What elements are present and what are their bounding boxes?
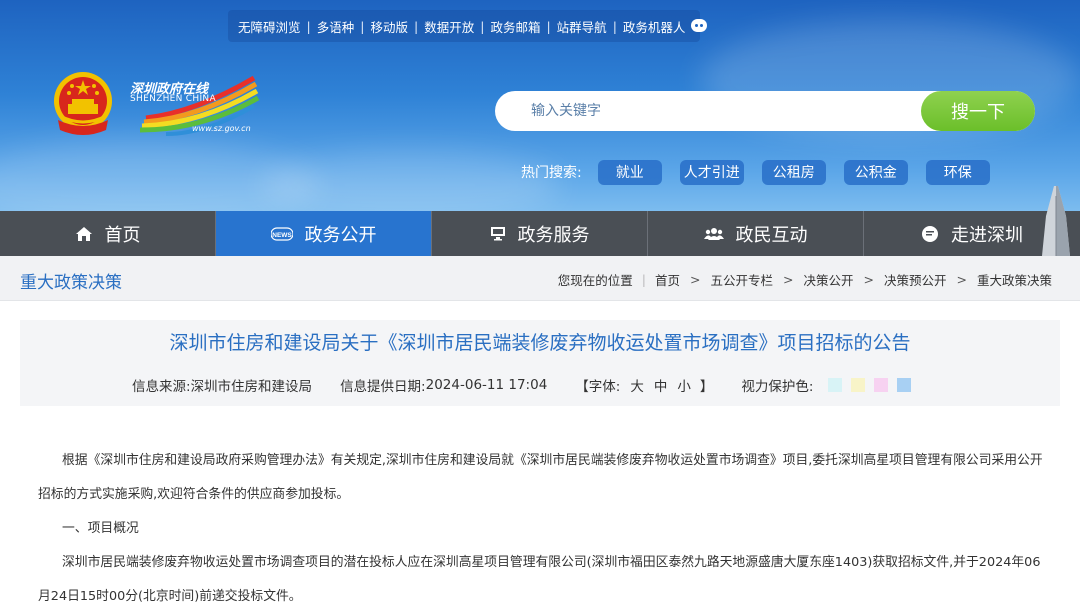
article-header: 深圳市住房和建设局关于《深圳市居民端装修废弃物收运处置市场调查》项目招标的公告 … bbox=[20, 320, 1060, 406]
font-size-small[interactable]: 小 bbox=[677, 375, 691, 395]
shenzhen-logo[interactable]: 深圳政府在线 SHENZHEN CHINA www.sz.gov.cn bbox=[126, 72, 261, 138]
font-size-close: 】 bbox=[699, 379, 714, 395]
paragraph: 一、项目概况 bbox=[62, 521, 139, 536]
open-data-link[interactable]: 数据开放 bbox=[424, 17, 474, 36]
nav-gov-affairs-open[interactable]: NEWS 政务公开 bbox=[216, 211, 432, 256]
nav-label: 政务公开 bbox=[304, 224, 377, 246]
eye-care-swatch-yellow[interactable] bbox=[851, 378, 866, 392]
breadcrumb-bar: 重大政策决策 您现在的位置 | 首页 > 五公开专栏 > 决策公开 > 决策预公… bbox=[0, 256, 1080, 301]
site-nav-link[interactable]: 站群导航 bbox=[557, 17, 607, 36]
robot-icon[interactable] bbox=[689, 17, 708, 35]
hot-tag-public-housing[interactable]: 公租房 bbox=[761, 159, 826, 185]
font-size-large[interactable]: 大 bbox=[630, 375, 644, 395]
article-title: 深圳市住房和建设局关于《深圳市居民端装修废弃物收运处置市场调查》项目招标的公告 bbox=[169, 332, 911, 354]
nav-label: 走进深圳 bbox=[951, 224, 1023, 246]
search-button[interactable]: 搜一下 bbox=[921, 91, 1035, 131]
paragraph: 深圳市居民端装修废弃物收运处置市场调查项目的潜在投标人应在深圳高星项目管理有限公… bbox=[38, 555, 1041, 604]
breadcrumb-location-label: 您现在的位置 bbox=[557, 273, 633, 288]
logo-site-name-en: SHENZHEN CHINA bbox=[130, 94, 216, 104]
eye-care-swatch-cyan[interactable] bbox=[828, 378, 843, 392]
svg-text:NEWS: NEWS bbox=[272, 232, 292, 239]
font-size-label: 【字体: bbox=[575, 379, 621, 395]
main-nav: 首页 NEWS 政务公开 政务服务 政民互动 走进深圳 bbox=[0, 211, 1080, 256]
logo-url: www.sz.gov.cn bbox=[192, 124, 251, 133]
breadcrumb-major-policy[interactable]: 重大政策决策 bbox=[977, 270, 1052, 289]
national-emblem-icon bbox=[54, 72, 112, 135]
breadcrumb-decision-preview[interactable]: 决策预公开 bbox=[884, 270, 947, 289]
gov-robot-link[interactable]: 政务机器人 bbox=[623, 17, 686, 36]
article-body: 根据《深圳市住房和建设局政府采购管理办法》有关规定,深圳市住房和建设局就《深圳市… bbox=[38, 444, 1048, 614]
hot-tag-talent[interactable]: 人才引进 bbox=[679, 159, 744, 185]
paragraph: 根据《深圳市住房和建设局政府采购管理办法》有关规定,深圳市住房和建设局就《深圳市… bbox=[38, 453, 1043, 502]
mobile-version-link[interactable]: 移动版 bbox=[370, 17, 408, 36]
eye-care-swatch-pink[interactable] bbox=[874, 378, 889, 392]
nav-label: 政务服务 bbox=[517, 224, 590, 246]
source-label: 信息来源: bbox=[132, 379, 191, 395]
eye-care-label: 视力保护色: bbox=[741, 379, 814, 395]
hot-tag-provident-fund[interactable]: 公积金 bbox=[843, 159, 908, 185]
home-icon bbox=[75, 226, 93, 242]
nav-label: 首页 bbox=[104, 224, 141, 246]
date-label: 信息提供日期: bbox=[340, 379, 426, 395]
hot-tag-environment[interactable]: 环保 bbox=[925, 159, 990, 185]
utility-bar: 无障碍浏览 | 多语种 | 移动版 | 数据开放 | 政务邮箱 | 站群导航 | 政务机器人 bbox=[228, 10, 708, 42]
hot-search: 热门搜索: 就业 人才引进 公租房 公积金 环保 bbox=[521, 159, 1008, 185]
hot-search-label: 热门搜索: bbox=[521, 165, 582, 181]
nav-label: 政民互动 bbox=[735, 224, 808, 246]
eye-care-swatch-blue[interactable] bbox=[897, 378, 912, 392]
cloud-decoration bbox=[260, 150, 560, 211]
news-icon: NEWS bbox=[270, 226, 293, 241]
search-input[interactable] bbox=[531, 99, 911, 123]
breadcrumb: 您现在的位置 | 首页 > 五公开专栏 > 决策公开 > 决策预公开 > 重大政… bbox=[557, 270, 1052, 289]
site-header: 无障碍浏览 | 多语种 | 移动版 | 数据开放 | 政务邮箱 | 站群导航 | 政务机器人 bbox=[0, 0, 1080, 211]
nav-public-interaction[interactable]: 政民互动 bbox=[648, 211, 864, 256]
nav-gov-services[interactable]: 政务服务 bbox=[432, 211, 648, 256]
font-size-medium[interactable]: 中 bbox=[654, 375, 668, 395]
gov-mail-link[interactable]: 政务邮箱 bbox=[490, 17, 540, 36]
article-meta: 信息来源: 深圳市住房和建设局 信息提供日期: 2024-06-11 17:04… bbox=[132, 375, 912, 395]
breadcrumb-decision-open[interactable]: 决策公开 bbox=[803, 270, 853, 289]
accessibility-link[interactable]: 无障碍浏览 bbox=[238, 17, 301, 36]
people-icon bbox=[703, 227, 724, 241]
monitor-icon bbox=[490, 226, 506, 241]
breadcrumb-five-open[interactable]: 五公开专栏 bbox=[710, 270, 773, 289]
search-box: 搜一下 bbox=[495, 91, 1035, 131]
chat-icon bbox=[921, 225, 939, 243]
date-value: 2024-06-11 17:04 bbox=[425, 377, 548, 393]
hot-tag-employment[interactable]: 就业 bbox=[597, 159, 662, 185]
breadcrumb-home[interactable]: 首页 bbox=[655, 270, 680, 289]
nav-home[interactable]: 首页 bbox=[0, 211, 216, 256]
source-value: 深圳市住房和建设局 bbox=[190, 379, 313, 395]
section-title: 重大政策决策 bbox=[20, 273, 122, 293]
multilingual-link[interactable]: 多语种 bbox=[317, 17, 355, 36]
